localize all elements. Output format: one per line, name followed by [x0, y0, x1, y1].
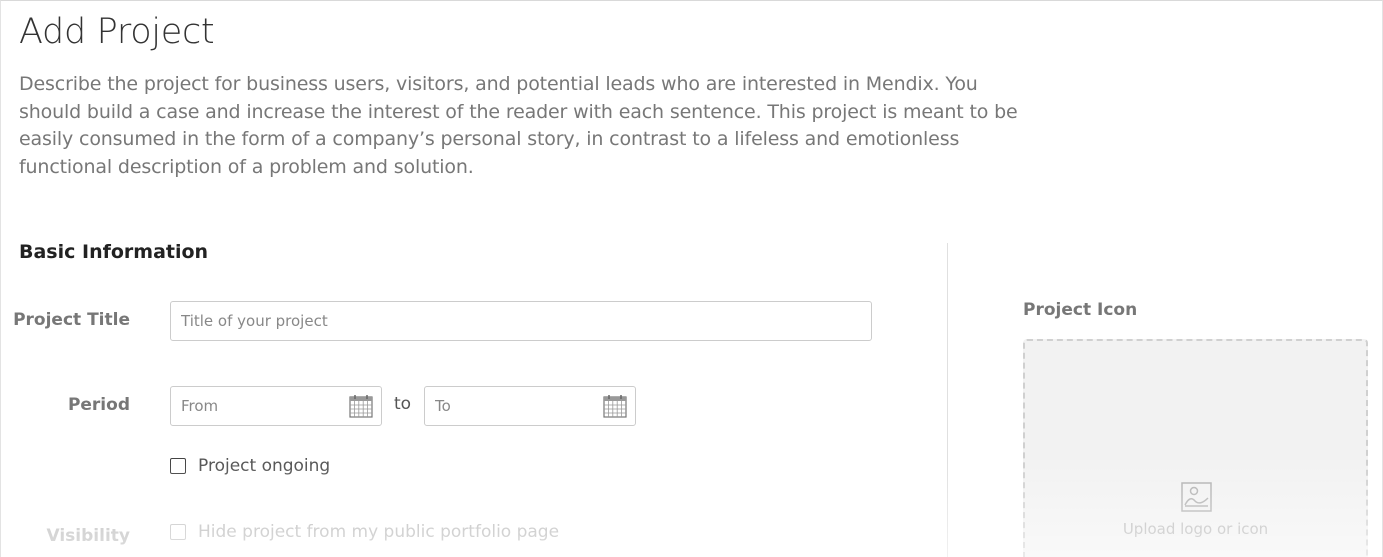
hide-project-option[interactable]: Hide project from my public portfolio pa… [170, 522, 559, 542]
project-icon-heading: Project Icon [1023, 300, 1138, 320]
add-project-page: Add Project Describe the project for bus… [0, 0, 1383, 557]
hide-project-checkbox[interactable] [170, 524, 186, 540]
calendar-icon[interactable] [349, 394, 373, 418]
calendar-icon[interactable] [603, 394, 627, 418]
project-ongoing-option[interactable]: Project ongoing [170, 456, 330, 476]
project-title-label: Project Title [13, 310, 130, 330]
upload-logo-dropzone[interactable]: Upload logo or icon [1023, 339, 1368, 557]
period-to-field [424, 386, 636, 426]
upload-logo-text: Upload logo or icon [1122, 520, 1269, 538]
page-description: Describe the project for business users,… [19, 73, 1018, 179]
section-heading-basic-information: Basic Information [19, 241, 209, 263]
period-label: Period [67, 395, 130, 415]
period-from-field [170, 386, 382, 426]
project-title-input[interactable] [170, 301, 872, 341]
hide-project-label: Hide project from my public portfolio pa… [198, 522, 560, 542]
visibility-label: Visibility [46, 526, 131, 546]
page-title: Add Project [19, 12, 215, 52]
image-icon [1181, 482, 1212, 512]
project-ongoing-label: Project ongoing [198, 456, 331, 476]
project-ongoing-checkbox[interactable] [170, 458, 186, 474]
column-divider [947, 243, 948, 557]
period-separator: to [394, 394, 412, 414]
